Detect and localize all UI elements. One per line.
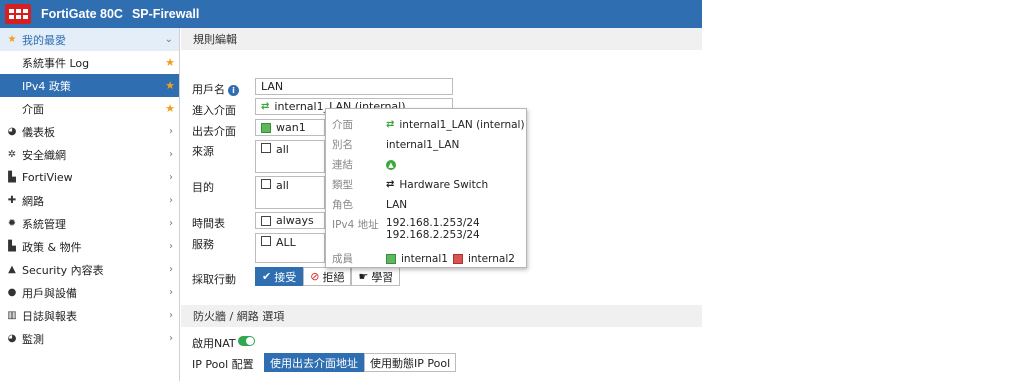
learn-icon: ☛ (358, 270, 369, 283)
port-icon (261, 122, 271, 133)
sidebar-item-network[interactable]: ✚ 網路 › (0, 189, 179, 212)
hardware-switch-icon: ⇄ (386, 179, 395, 190)
chevron-right-icon: › (169, 310, 173, 321)
nat-label: 啟用NAT (192, 337, 236, 350)
schedule-icon (261, 215, 271, 226)
chevron-right-icon: › (169, 126, 173, 137)
lock-icon: ▲ (8, 264, 16, 275)
sidebar-item-fortiview[interactable]: ▙ FortiView › (0, 166, 179, 189)
link-up-icon: ▲ (386, 159, 396, 170)
chevron-right-icon: › (169, 241, 173, 252)
deny-icon: ⊘ (310, 270, 320, 283)
dashboard-icon: ◕ (7, 126, 17, 137)
section-firewall-options: 防火牆 / 網路 選項 (181, 305, 702, 327)
sidebar-item-user-device[interactable]: ● 用戶與設備 › (0, 281, 179, 304)
sidebar-item-security-profiles[interactable]: ▲ Security 內容表 › (0, 258, 179, 281)
use-outgoing-interface-button[interactable]: 使用出去介面地址 (264, 353, 364, 372)
ippool-toggle-group: 使用出去介面地址 使用動態IP Pool (264, 353, 457, 372)
sidebar-item-interfaces[interactable]: 介面 ★ (0, 97, 179, 120)
schedule-label: 時間表 (192, 217, 225, 230)
user-icon: ● (7, 287, 17, 298)
accept-button[interactable]: ✔ 接受 (255, 267, 304, 286)
destination-select[interactable]: all (255, 176, 325, 209)
service-label: 服務 (192, 238, 214, 251)
switch-icon: ⇄ (386, 119, 395, 130)
action-toggle-group: ✔ 接受 ⊘ 拒絕 ☛ 學習 (255, 267, 401, 286)
source-select[interactable]: all (255, 140, 325, 173)
deny-button[interactable]: ⊘ 拒絕 (303, 267, 352, 286)
gear-icon: ✹ (7, 218, 17, 229)
port-icon (386, 253, 396, 264)
check-icon: ✔ (262, 270, 272, 283)
chevron-right-icon: › (169, 218, 173, 229)
chevron-right-icon: › (169, 287, 173, 298)
chevron-right-icon: › (169, 149, 173, 160)
product-title: FortiGate 80C (41, 7, 123, 21)
monitor-icon: ◕ (7, 333, 17, 344)
service-select[interactable]: ALL (255, 233, 325, 263)
chart-icon: ▥ (7, 310, 17, 321)
network-icon: ✚ (7, 195, 17, 206)
popup-row-link: 連結 ▲ (332, 157, 396, 172)
popup-row-type: 類型 ⇄ Hardware Switch (332, 178, 489, 192)
nat-toggle[interactable] (238, 336, 255, 346)
favorite-star-icon[interactable]: ★ (165, 79, 175, 92)
port-down-icon (452, 253, 463, 264)
incoming-interface-label: 進入介面 (192, 104, 236, 117)
popup-row-ipv4: IPv4 地址 192.168.1.253/24 192.168.2.253/2… (332, 217, 480, 241)
chevron-right-icon: › (169, 195, 173, 206)
service-icon (261, 236, 271, 246)
chevron-right-icon: › (169, 172, 173, 183)
address-icon (261, 143, 271, 153)
chevron-down-icon: ⌄ (164, 34, 173, 45)
interface-info-popup: 介面 ⇄ internal1_LAN (internal) 別名 internal… (325, 108, 527, 268)
name-label: 用戶名 i (192, 81, 239, 97)
popup-row-alias: 別名 internal1_LAN (332, 138, 460, 152)
source-label: 來源 (192, 145, 214, 158)
security-fabric-icon: ✲ (7, 149, 17, 160)
popup-row-role: 角色 LAN (332, 198, 408, 212)
outgoing-interface-select[interactable]: wan1 (255, 119, 325, 136)
sidebar-item-system-events[interactable]: 系統事件 Log ★ (0, 51, 179, 74)
schedule-select[interactable]: always (255, 212, 325, 229)
sidebar-item-ipv4-policy[interactable]: IPv4 政策 ★ (0, 74, 179, 97)
switch-icon: ⇄ (261, 101, 270, 112)
sidebar-item-system[interactable]: ✹ 系統管理 › (0, 212, 179, 235)
sidebar-item-policy-objects[interactable]: ▙ 政策 & 物件 › (0, 235, 179, 258)
fortiview-icon: ▙ (8, 172, 16, 183)
sidebar-item-favorites[interactable]: ★ 我的最愛 ⌄ (0, 28, 179, 51)
sidebar-item-monitor[interactable]: ◕ 監測 › (0, 327, 179, 350)
top-bar: FortiGate 80C SP-Firewall (0, 0, 702, 28)
outgoing-interface-label: 出去介面 (192, 125, 236, 138)
fortinet-logo-icon[interactable] (5, 4, 31, 24)
chevron-right-icon: › (169, 264, 173, 275)
section-rule-edit: 規則編輯 (181, 28, 702, 50)
sidebar-item-dashboard[interactable]: ◕ 儀表板 › (0, 120, 179, 143)
favorite-star-icon[interactable]: ★ (165, 56, 175, 69)
sidebar: ★ 我的最愛 ⌄ 系統事件 Log ★ IPv4 政策 ★ 介面 ★ ◕ 儀表板… (0, 28, 180, 381)
address-icon (261, 179, 271, 189)
chevron-right-icon: › (169, 333, 173, 344)
use-dynamic-ippool-button[interactable]: 使用動態IP Pool (364, 353, 457, 372)
ippool-label: IP Pool 配置 (192, 358, 254, 371)
popup-row-interface: 介面 ⇄ internal1_LAN (internal) (332, 118, 525, 132)
policy-icon: ▙ (8, 241, 16, 252)
device-name: SP-Firewall (131, 7, 200, 21)
learn-button[interactable]: ☛ 學習 (351, 267, 401, 286)
star-icon: ★ (7, 34, 17, 45)
sidebar-item-security-fabric[interactable]: ✲ 安全織網 › (0, 143, 179, 166)
action-label: 採取行動 (192, 273, 236, 286)
name-input[interactable]: LAN (255, 78, 453, 95)
sidebar-item-log-report[interactable]: ▥ 日誌與報表 › (0, 304, 179, 327)
info-icon[interactable]: i (228, 85, 239, 96)
favorite-star-icon[interactable]: ★ (165, 102, 175, 115)
destination-label: 目的 (192, 181, 214, 194)
popup-row-members: 成員 internal1 internal2 (332, 252, 515, 266)
